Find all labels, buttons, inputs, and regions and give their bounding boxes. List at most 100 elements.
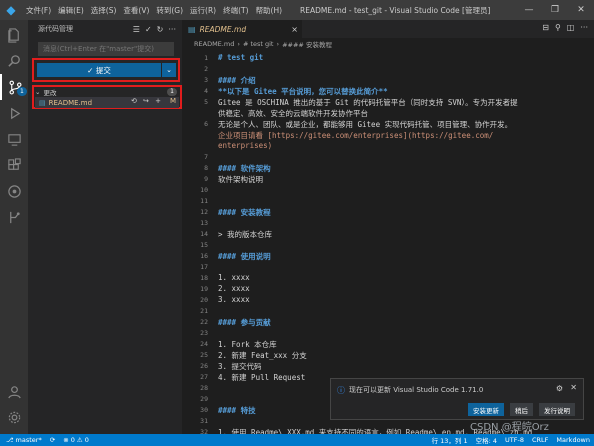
breadcrumb-separator: ›: [276, 40, 280, 48]
tab-close-icon[interactable]: ×: [291, 25, 298, 34]
menu-help[interactable]: 帮助(H): [256, 5, 283, 16]
changed-file-row[interactable]: ▤ README.md ⟲ ↪ + M: [35, 97, 179, 108]
notification-message: 现在可以更新 Visual Studio Code 1.71.0: [349, 386, 484, 394]
notification-gear-icon[interactable]: ⚙: [556, 384, 563, 393]
line-number: 29: [200, 395, 208, 403]
language-mode[interactable]: Markdown: [556, 436, 590, 444]
menu-view[interactable]: 查看(V): [123, 5, 149, 16]
encoding[interactable]: UTF-8: [505, 436, 524, 444]
notification-close-icon[interactable]: ✕: [570, 383, 577, 392]
markdown-file-icon: ▤: [39, 98, 46, 107]
cursor-position[interactable]: 行 13，列 1: [432, 435, 468, 445]
changes-label: 更改: [43, 88, 57, 97]
line-number: 5: [204, 98, 208, 106]
menu-edit[interactable]: 编辑(E): [58, 5, 84, 16]
file-actions[interactable]: ⟲ ↪ +: [131, 97, 163, 105]
branch-indicator[interactable]: ⎇ master*: [6, 436, 42, 444]
markdown-file-icon: ▤: [188, 24, 196, 34]
line-number: 10: [200, 186, 208, 194]
tab-readme[interactable]: ▤ README.md ×: [182, 20, 302, 38]
problems-indicator[interactable]: ⊗ 0 ⚠ 0: [63, 436, 89, 444]
later-button[interactable]: 稍后: [510, 403, 533, 416]
chevron-down-icon: ⌄: [35, 87, 41, 96]
breadcrumb-file[interactable]: README.md: [194, 40, 234, 48]
menu-selection[interactable]: 选择(S): [91, 5, 117, 16]
panel-title: 源代码管理: [38, 25, 73, 33]
account-icon[interactable]: [0, 378, 28, 404]
indentation[interactable]: 空格: 4: [476, 435, 497, 445]
changes-count-badge: 1: [167, 88, 177, 96]
maximize-button[interactable]: ❐: [542, 0, 568, 20]
file-status-badge: M: [169, 97, 176, 105]
line-text: # test git: [218, 53, 264, 62]
menu-run[interactable]: 运行(R): [190, 5, 216, 16]
code-editor[interactable]: 1 # test git 2 3 #### 介绍 4 **以下是 Gitee 平台说明，您可…: [182, 50, 594, 434]
line-number: 3: [204, 76, 208, 84]
line-number: 24: [200, 340, 208, 348]
status-bar: ⎇ master* ⟳ ⊗ 0 ⚠ 0 行 13，列 1 空格: 4 UTF-8…: [0, 434, 594, 446]
line-number: 13: [200, 219, 208, 227]
split-editor-icon[interactable]: ◫: [567, 23, 575, 32]
git-graph-icon[interactable]: [0, 204, 28, 230]
line-number: 31: [200, 417, 208, 425]
csdn-watermark: CSDN @程皖Orz: [470, 422, 549, 433]
editor-actions: ⊟ ⚲ ◫ ···: [542, 23, 588, 32]
commit-button[interactable]: ✓ 提交: [37, 63, 161, 77]
run-debug-icon[interactable]: [0, 100, 28, 126]
tab-label: README.md: [199, 24, 247, 34]
line-text: 2. xxxx: [218, 284, 250, 293]
line-text: 1. xxxx: [218, 273, 250, 282]
more-actions-icon[interactable]: ···: [580, 23, 588, 32]
update-notification: ⓘ 现在可以更新 Visual Studio Code 1.71.0 ⚙ ✕ 安…: [330, 378, 584, 420]
line-number: 19: [200, 285, 208, 293]
close-window-button[interactable]: ✕: [568, 0, 594, 20]
line-number: 20: [200, 296, 208, 304]
menu-go[interactable]: 转到(G): [156, 5, 183, 16]
changes-group-header[interactable]: ⌄ 更改 1: [35, 87, 179, 97]
scm-badge: 1: [17, 87, 27, 96]
sync-icon[interactable]: ⟳: [50, 436, 55, 444]
github-icon[interactable]: [0, 178, 28, 204]
install-update-button[interactable]: 安装更新: [468, 403, 504, 416]
menu-terminal[interactable]: 终端(T): [223, 5, 248, 16]
line-number: 27: [200, 373, 208, 381]
line-number: 16: [200, 252, 208, 260]
menu-file[interactable]: 文件(F): [26, 5, 51, 16]
line-number: 6: [204, 120, 208, 128]
commit-dropdown-button[interactable]: ⌄: [162, 63, 176, 77]
search-icon[interactable]: [0, 48, 28, 74]
minimize-button[interactable]: —: [516, 0, 542, 20]
line-ending[interactable]: CRLF: [532, 436, 548, 444]
remote-explorer-icon[interactable]: [0, 126, 28, 152]
settings-gear-icon[interactable]: [0, 404, 28, 430]
changed-file-name: README.md: [48, 98, 93, 107]
open-changes-icon[interactable]: ⊟: [542, 23, 549, 32]
line-number: 22: [200, 318, 208, 326]
breadcrumb-subheading[interactable]: #### 安装教程: [282, 39, 332, 49]
release-notes-button[interactable]: 发行说明: [539, 403, 575, 416]
line-number: 18: [200, 274, 208, 282]
line-number: 12: [200, 208, 208, 216]
line-number: 17: [200, 263, 208, 271]
breadcrumb-heading[interactable]: # test git: [243, 40, 274, 48]
line-number: 30: [200, 406, 208, 414]
view-as-tree-icon[interactable]: ☰: [133, 25, 140, 34]
line-number: 15: [200, 241, 208, 249]
commit-check-icon[interactable]: ✓: [145, 25, 152, 34]
commit-message-input[interactable]: [38, 42, 174, 56]
line-number: 28: [200, 384, 208, 392]
line-number: 21: [200, 307, 208, 315]
vscode-logo-icon: ◆: [6, 3, 16, 17]
open-preview-icon[interactable]: ⚲: [555, 23, 561, 32]
line-number: 26: [200, 362, 208, 370]
more-actions-icon[interactable]: ···: [168, 25, 176, 34]
line-number: 7: [204, 153, 208, 161]
info-icon: ⓘ: [337, 386, 345, 395]
editor-tab-bar: ▤ README.md × ⊟ ⚲ ◫ ···: [182, 20, 594, 38]
explorer-icon[interactable]: [0, 22, 28, 48]
window-controls: — ❐ ✕: [516, 0, 594, 20]
refresh-icon[interactable]: ↻: [157, 25, 164, 34]
source-control-icon[interactable]: 1: [0, 74, 28, 100]
line-number: 11: [200, 197, 208, 205]
extensions-icon[interactable]: [0, 152, 28, 178]
